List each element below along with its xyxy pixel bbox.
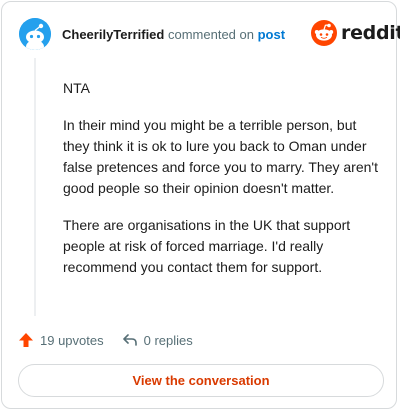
- upvote-arrow-icon: [18, 332, 34, 348]
- comment-body: NTA In their mind you might be a terribl…: [63, 78, 381, 294]
- reddit-logo-icon: [311, 20, 337, 46]
- username-link[interactable]: CheerilyTerrified: [62, 27, 164, 42]
- upvote-button[interactable]: 19 upvotes: [18, 332, 104, 348]
- comment-paragraph: There are organisations in the UK that s…: [63, 217, 351, 275]
- reply-count: 0 replies: [143, 332, 193, 348]
- reply-button[interactable]: 0 replies: [122, 332, 193, 348]
- post-link[interactable]: post: [258, 27, 285, 42]
- reddit-logo[interactable]: reddit: [311, 20, 400, 46]
- reddit-wordmark: reddit: [341, 22, 400, 44]
- comment-card: CheerilyTerrified commented on post redd…: [1, 1, 400, 409]
- upvote-count: 19 upvotes: [40, 332, 104, 348]
- thread-line[interactable]: [34, 58, 36, 316]
- comment-header: CheerilyTerrified commented on post: [62, 27, 285, 42]
- comment-paragraph: In their mind you might be a terrible pe…: [63, 117, 378, 196]
- reply-arrow-icon: [122, 332, 138, 348]
- comment-paragraph: NTA: [63, 80, 90, 96]
- comment-actions: 19 upvotes 0 replies: [18, 332, 193, 348]
- user-avatar-icon[interactable]: [19, 18, 51, 50]
- view-conversation-button[interactable]: View the conversation: [18, 364, 384, 397]
- header-action-text: commented on: [167, 27, 254, 42]
